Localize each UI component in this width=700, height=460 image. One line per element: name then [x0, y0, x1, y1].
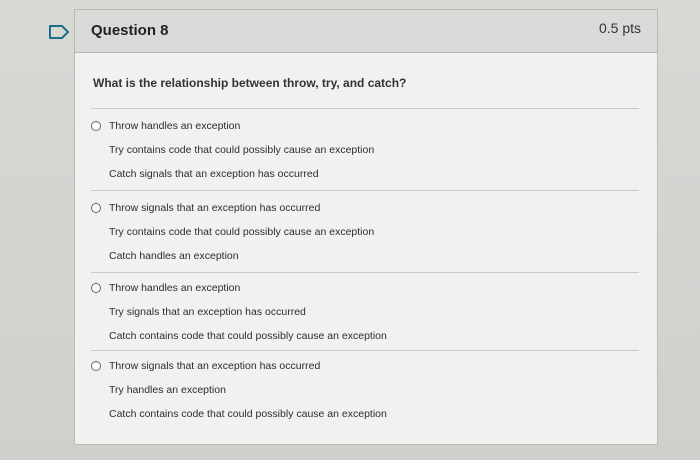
question-title: Question 8	[91, 22, 169, 39]
answer-line: Try handles an exception	[91, 378, 639, 402]
answer-line: Try contains code that could possibly ca…	[91, 220, 639, 244]
answer-line: Throw signals that an exception has occu…	[91, 354, 639, 378]
answer-text: Try handles an exception	[109, 384, 226, 396]
answer-text: Throw handles an exception	[109, 282, 241, 294]
divider	[91, 272, 639, 273]
answer-text: Try contains code that could possibly ca…	[109, 226, 375, 238]
radio-button-icon[interactable]	[91, 121, 101, 131]
answer-line: Catch contains code that could possibly …	[91, 324, 639, 348]
question-card: Question 8 0.5 pts What is the relations…	[74, 9, 658, 445]
answer-line: Catch signals that an exception has occu…	[91, 162, 639, 186]
answer-text: Throw signals that an exception has occu…	[109, 202, 321, 214]
divider	[91, 350, 639, 351]
divider	[91, 108, 639, 109]
answer-line: Throw handles an exception	[91, 276, 639, 300]
question-prompt: What is the relationship between throw, …	[93, 76, 407, 90]
quiz-page: Question 8 0.5 pts What is the relations…	[0, 0, 700, 460]
answer-line: Catch contains code that could possibly …	[91, 402, 639, 426]
answer-text: Catch handles an exception	[109, 250, 239, 262]
answer-option-4[interactable]: Throw signals that an exception has occu…	[91, 354, 639, 426]
answer-text: Catch signals that an exception has occu…	[109, 168, 319, 180]
answer-option-2[interactable]: Throw signals that an exception has occu…	[91, 196, 639, 268]
radio-button-icon[interactable]	[91, 203, 101, 213]
answer-line: Catch handles an exception	[91, 244, 639, 268]
answer-line: Try signals that an exception has occurr…	[91, 300, 639, 324]
answer-text: Try signals that an exception has occurr…	[109, 306, 306, 318]
answer-text: Try contains code that could possibly ca…	[109, 144, 375, 156]
answer-text: Throw handles an exception	[109, 120, 241, 132]
answer-text: Catch contains code that could possibly …	[109, 408, 387, 420]
flag-question-icon[interactable]	[48, 24, 70, 40]
answer-line: Throw signals that an exception has occu…	[91, 196, 639, 220]
radio-button-icon[interactable]	[91, 361, 101, 371]
answer-text: Catch contains code that could possibly …	[109, 330, 387, 342]
answer-line: Throw handles an exception	[91, 114, 639, 138]
answer-option-3[interactable]: Throw handles an exception Try signals t…	[91, 276, 639, 348]
divider	[91, 190, 639, 191]
answer-text: Throw signals that an exception has occu…	[109, 360, 321, 372]
question-points: 0.5 pts	[598, 20, 641, 36]
answer-line: Try contains code that could possibly ca…	[91, 138, 639, 162]
question-header: Question 8 0.5 pts	[75, 10, 657, 53]
answer-option-1[interactable]: Throw handles an exception Try contains …	[91, 114, 639, 186]
radio-button-icon[interactable]	[91, 283, 101, 293]
